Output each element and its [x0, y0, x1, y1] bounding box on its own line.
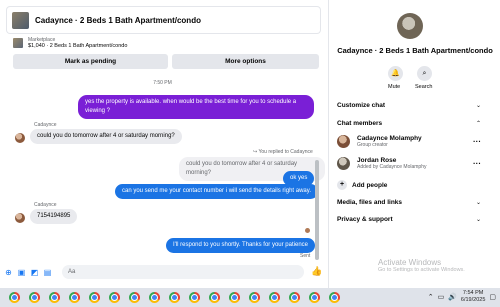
mute-label: Mute	[388, 84, 401, 90]
taskbar-app-icon[interactable]	[109, 292, 120, 303]
chat-pane: Cadaynce · 2 Beds 1 Bath Apartment/condo…	[0, 0, 345, 288]
member-row[interactable]: Jordan Rose Added by Cadaynce Molamphy	[337, 157, 427, 170]
watermark-subtitle: Go to Settings to activate Windows.	[378, 267, 465, 273]
taskbar-app-icon[interactable]	[29, 292, 40, 303]
messenger-window: Cadaynce · 2 Beds 1 Bath Apartment/condo…	[0, 0, 500, 288]
message-input[interactable]: Aa	[62, 265, 304, 279]
conversation-avatar[interactable]	[397, 13, 423, 39]
network-icon[interactable]: ▭	[438, 293, 445, 301]
clock-date: 6/19/2025	[460, 297, 486, 303]
chat-scrollbar[interactable]	[315, 160, 319, 260]
member-role: Group creator	[357, 142, 388, 148]
taskbar-app-icon[interactable]	[209, 292, 220, 303]
chevron-up-icon[interactable]: ⌃	[428, 293, 434, 301]
listing-thumbnail	[12, 11, 29, 29]
taskbar-app-icon[interactable]	[149, 292, 160, 303]
clock-time: 7:54 PM	[462, 290, 484, 296]
message-composer: ⊕ ▣ ◩ ▤ Aa 👍	[0, 262, 325, 282]
sender-name: Cadaynce	[34, 122, 57, 128]
media-files-links-section[interactable]: Media, files and links	[337, 199, 402, 206]
taskbar-app-icon[interactable]	[289, 292, 300, 303]
watermark-title: Activate Windows	[378, 258, 442, 267]
chevron-down-icon[interactable]: ⌄	[476, 199, 481, 206]
member-name: Jordan Rose	[357, 157, 397, 164]
person-add-icon: +	[337, 180, 347, 190]
outgoing-message[interactable]: can you send me your contact number i wi…	[115, 184, 318, 199]
member-row[interactable]: Cadaynce Molamphy Group creator	[337, 135, 422, 148]
sticker-icon[interactable]: ◩	[30, 268, 39, 277]
search-icon[interactable]: ⌕	[417, 66, 432, 81]
bell-icon[interactable]: 🔔	[388, 66, 403, 81]
incoming-message[interactable]: 7154194895	[30, 209, 78, 224]
more-horizontal-icon[interactable]: ···	[473, 159, 481, 168]
outgoing-message[interactable]: I'll respond to you shortly. Thanks for …	[166, 238, 315, 253]
taskbar-app-icon[interactable]	[169, 292, 180, 303]
more-options-button[interactable]: More options	[172, 54, 319, 69]
add-people-button[interactable]: + Add people	[337, 180, 387, 190]
volume-icon[interactable]: 🔊	[448, 293, 457, 301]
outgoing-message[interactable]: yes the property is available. when woul…	[78, 95, 314, 119]
sent-status: Sent	[300, 253, 311, 259]
member-name: Cadaynce Molamphy	[357, 135, 422, 142]
privacy-support-section[interactable]: Privacy & support	[337, 216, 393, 223]
taskbar-app-icon[interactable]	[189, 292, 200, 303]
taskbar-clock[interactable]: 7:54 PM 6/19/2025	[461, 290, 485, 304]
chat-members-section[interactable]: Chat members	[337, 120, 382, 127]
chat-title: Cadaynce · 2 Beds 1 Bath Apartment/condo	[35, 15, 201, 25]
listing-card[interactable]: Marketplace $1,040 · 2 Beds 1 Bath Apart…	[13, 37, 127, 49]
chevron-down-icon[interactable]: ⌄	[476, 216, 481, 223]
taskbar-app-icon[interactable]	[69, 292, 80, 303]
member-avatar	[337, 135, 350, 148]
taskbar-app-icon[interactable]	[249, 292, 260, 303]
incoming-message[interactable]: could you do tomorrow after 4 or saturda…	[30, 129, 182, 144]
search-label: Search	[415, 84, 433, 90]
member-avatar	[337, 157, 350, 170]
gif-icon[interactable]: ▤	[43, 268, 52, 277]
system-tray: ⌃ ▭ 🔊 7:54 PM 6/19/2025 ▢	[424, 290, 496, 304]
chat-header[interactable]: Cadaynce · 2 Beds 1 Bath Apartment/condo…	[7, 7, 345, 33]
more-horizontal-icon[interactable]: ···	[473, 137, 481, 146]
taskbar-app-icon[interactable]	[269, 292, 280, 303]
listing-price-title: $1,040 · 2 Beds 1 Bath Apartment/condo	[28, 43, 128, 49]
add-people-label: Add people	[352, 181, 388, 189]
sender-avatar[interactable]	[15, 133, 25, 143]
taskbar-app-icon[interactable]	[329, 292, 340, 303]
notification-icon[interactable]: ▢	[489, 293, 496, 301]
taskbar-app-icon[interactable]	[309, 292, 320, 303]
read-receipt-avatar	[305, 228, 310, 233]
conversation-name: Cadaynce · 2 Beds 1 Bath Apartment/condo	[337, 46, 493, 55]
taskbar-app-icon[interactable]	[89, 292, 100, 303]
image-icon[interactable]: ▣	[17, 268, 26, 277]
chevron-down-icon[interactable]: ⌄	[476, 102, 481, 109]
taskbar-app-icon[interactable]	[129, 292, 140, 303]
taskbar-app-icon[interactable]	[9, 292, 20, 303]
message-timestamp: 7:50 PM	[153, 80, 172, 86]
sender-name: Cadaynce	[34, 202, 57, 208]
listing-image	[13, 38, 23, 48]
replied-label: ↪ You replied to Cadaynce	[253, 149, 313, 155]
mark-as-pending-button[interactable]: Mark as pending	[13, 54, 168, 69]
taskbar-app-icon[interactable]	[49, 292, 60, 303]
chevron-up-icon[interactable]: ⌃	[476, 120, 481, 127]
taskbar-app-icon[interactable]	[229, 292, 240, 303]
conversation-info-panel: Cadaynce · 2 Beds 1 Bath Apartment/condo…	[328, 0, 500, 288]
replied-text: You replied to Cadaynce	[258, 149, 313, 155]
customize-chat-section[interactable]: Customize chat	[337, 102, 385, 109]
windows-taskbar: ⌃ ▭ 🔊 7:54 PM 6/19/2025 ▢	[0, 288, 500, 307]
plus-circle-icon[interactable]: ⊕	[4, 268, 13, 277]
activate-windows-watermark: Activate Windows Go to Settings to activ…	[378, 258, 465, 273]
thumbs-up-icon[interactable]: 👍	[311, 266, 322, 277]
member-added-by: Added by Cadaynce Molamphy	[357, 164, 427, 170]
sender-avatar[interactable]	[15, 213, 25, 223]
